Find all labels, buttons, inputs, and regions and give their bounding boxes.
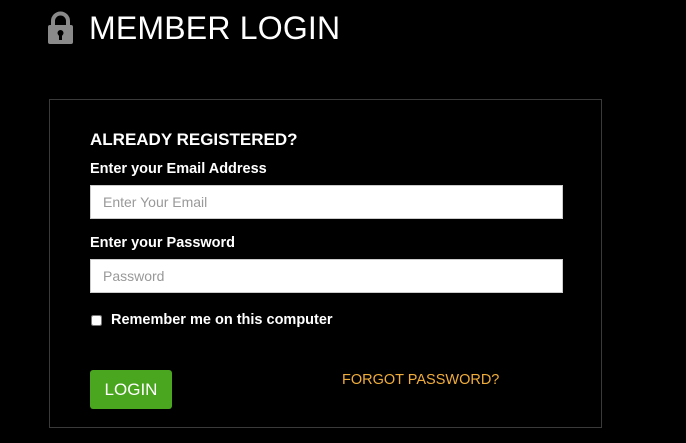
section-title: ALREADY REGISTERED?: [90, 130, 298, 149]
login-panel: ALREADY REGISTERED? Enter your Email Add…: [49, 99, 602, 428]
remember-label[interactable]: Remember me on this computer: [111, 312, 333, 328]
email-input[interactable]: [90, 185, 563, 219]
page-header: MEMBER LOGIN: [47, 10, 340, 46]
lock-icon: [47, 11, 74, 45]
password-input[interactable]: [90, 259, 563, 293]
email-label: Enter your Email Address: [90, 161, 267, 177]
remember-checkbox[interactable]: [91, 314, 102, 326]
page-title: MEMBER LOGIN: [89, 10, 341, 46]
forgot-password-link[interactable]: FORGOT PASSWORD?: [342, 372, 499, 388]
password-label: Enter your Password: [90, 235, 236, 251]
login-page: MEMBER LOGIN ALREADY REGISTERED? Enter y…: [0, 0, 686, 443]
remember-row: Remember me on this computer: [91, 312, 333, 328]
login-button[interactable]: LOGIN: [90, 370, 172, 409]
